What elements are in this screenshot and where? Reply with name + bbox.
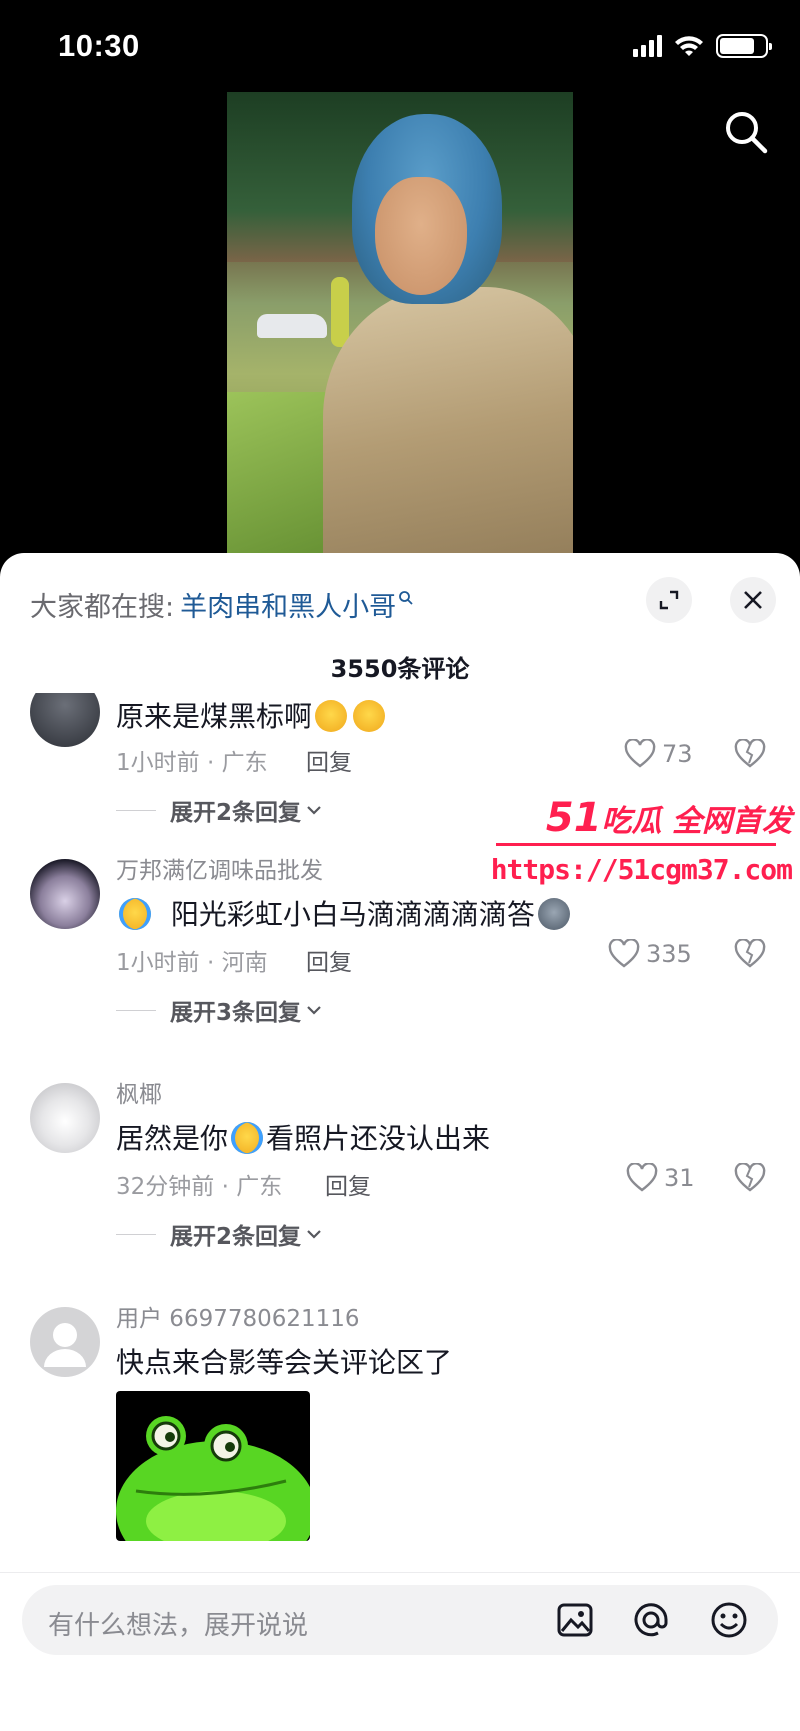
broken-heart-icon[interactable] xyxy=(734,1163,766,1193)
crying-laughing-emoji-icon xyxy=(119,898,151,930)
emoji-icon[interactable] xyxy=(710,1601,748,1639)
comment-author[interactable]: 用户 6697780621116 xyxy=(116,1299,360,1333)
close-button[interactable] xyxy=(730,577,776,623)
comment-meta: 1小时前 · 广东 xyxy=(116,750,268,776)
avatar[interactable] xyxy=(30,1083,100,1153)
smirk-emoji-icon xyxy=(315,700,348,732)
comment-time: 32分钟前 xyxy=(116,1174,215,1200)
comment-location: 河南 xyxy=(221,950,268,976)
like-count: 31 xyxy=(664,1164,695,1192)
comment-author[interactable]: 枫椰 xyxy=(116,1075,162,1109)
video-player[interactable] xyxy=(227,92,573,562)
signal-icon xyxy=(633,35,662,57)
comment-text: 阳光彩虹小白马滴滴滴滴滴答 xyxy=(116,893,573,933)
hot-search[interactable]: 大家都在搜: 羊肉串和黑人小哥 xyxy=(30,585,414,624)
watermark-url: https://51cgm37.com xyxy=(490,853,793,886)
comment-author[interactable]: 万邦满亿调味品批发 xyxy=(116,851,323,885)
chevron-down-icon xyxy=(307,806,321,815)
broken-heart-icon[interactable] xyxy=(734,939,766,969)
heart-icon xyxy=(608,939,640,968)
comment-input-bar: 有什么想法，展开说说 xyxy=(0,1572,800,1731)
like-button[interactable]: 73 xyxy=(624,739,693,769)
comment-count: 3550条评论 xyxy=(330,655,470,683)
avatar[interactable] xyxy=(30,859,100,929)
at-icon[interactable] xyxy=(632,1601,670,1639)
status-icons xyxy=(633,34,772,58)
divider xyxy=(116,809,156,811)
comment-time: 1小时前 xyxy=(116,750,200,776)
search-icon[interactable] xyxy=(722,108,770,156)
chevron-down-icon xyxy=(307,1006,321,1015)
comment-location: 广东 xyxy=(221,750,268,776)
user-silhouette-icon xyxy=(44,1323,86,1367)
like-button[interactable]: 335 xyxy=(608,939,692,969)
default-avatar-icon[interactable] xyxy=(30,1307,100,1377)
like-button[interactable]: 31 xyxy=(626,1163,695,1193)
watermark-line xyxy=(496,843,776,846)
heart-icon xyxy=(626,1163,658,1192)
reply-button[interactable]: 回复 xyxy=(306,743,352,777)
comment-text: 居然是你 看照片还没认出来 xyxy=(116,1122,491,1155)
divider xyxy=(116,1233,156,1235)
image-icon[interactable] xyxy=(556,1601,594,1639)
comment-text: 快点来合影等会关评论区了 xyxy=(116,1346,453,1379)
wolf-emoji-icon xyxy=(537,898,570,930)
small-search-icon xyxy=(399,590,413,605)
comment-meta: 1小时前 · 河南 xyxy=(116,950,268,976)
heart-icon xyxy=(624,739,656,768)
chevron-down-icon xyxy=(307,1230,321,1239)
watermark-brand: 51吃瓜 全网首发 xyxy=(545,795,792,841)
comment-input[interactable]: 有什么想法，展开说说 xyxy=(22,1585,778,1655)
watermark: 51吃瓜 全网首发 https://51cgm37.com xyxy=(491,795,796,895)
wifi-icon xyxy=(675,36,703,56)
close-icon xyxy=(744,591,762,609)
hot-search-prefix: 大家都在搜: xyxy=(30,592,175,623)
comment-meta: 32分钟前 · 广东 xyxy=(116,1174,283,1200)
comment-time: 1小时前 xyxy=(116,950,200,976)
expand-replies-button[interactable]: 展开2条回复 xyxy=(116,1217,323,1251)
video-subject-coat xyxy=(323,287,573,562)
comment-sheet: 大家都在搜: 羊肉串和黑人小哥 3550条评论 原来是煤黑标啊 1小时前 · 广… xyxy=(0,553,800,1731)
frog-icon xyxy=(116,1416,310,1541)
expand-button[interactable] xyxy=(646,577,692,623)
video-background-person xyxy=(331,277,349,347)
hot-search-keyword[interactable]: 羊肉串和黑人小哥 xyxy=(180,585,396,624)
broken-heart-icon[interactable] xyxy=(734,739,766,769)
avatar[interactable] xyxy=(30,693,100,747)
video-subject-face xyxy=(375,177,467,295)
status-bar: 10:30 xyxy=(0,0,800,90)
expand-replies-button[interactable]: 展开2条回复 xyxy=(116,793,323,827)
like-count: 73 xyxy=(662,740,693,768)
battery-icon xyxy=(716,34,772,58)
like-count: 335 xyxy=(646,940,692,968)
video-background-car xyxy=(257,314,327,338)
expand-replies-button[interactable]: 展开3条回复 xyxy=(116,993,323,1027)
reply-button[interactable]: 回复 xyxy=(325,1167,371,1201)
frog-sticker-image[interactable] xyxy=(116,1391,310,1541)
status-time: 10:30 xyxy=(58,28,140,63)
smirk-emoji-icon xyxy=(353,700,386,732)
crying-laughing-emoji-icon xyxy=(231,1122,264,1154)
reply-button[interactable]: 回复 xyxy=(306,943,352,977)
expand-icon xyxy=(659,590,679,610)
divider xyxy=(116,1009,156,1011)
comment-location: 广东 xyxy=(236,1174,283,1200)
comment-text: 原来是煤黑标啊 xyxy=(116,695,388,735)
comment-input-placeholder: 有什么想法，展开说说 xyxy=(48,1611,309,1641)
